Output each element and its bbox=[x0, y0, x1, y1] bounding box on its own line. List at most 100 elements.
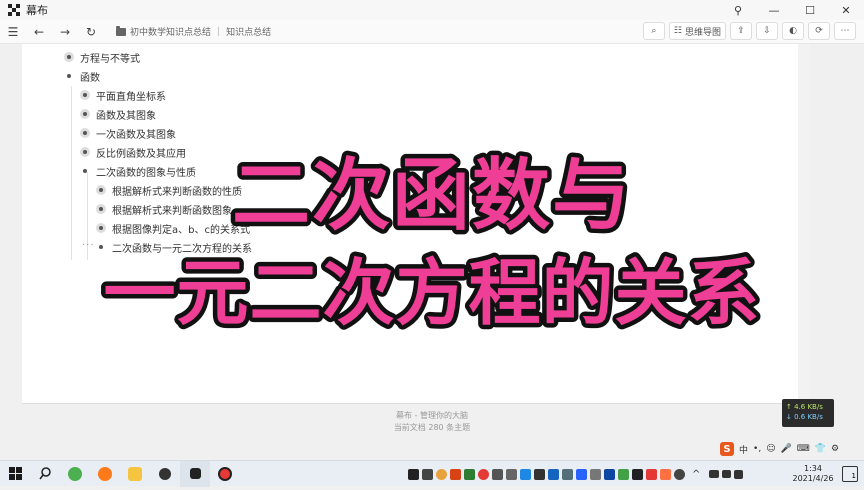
minimize-button[interactable]: — bbox=[756, 0, 792, 20]
more-icon: ⋯ bbox=[840, 26, 850, 36]
ime-emoji-icon[interactable]: ☺ bbox=[766, 444, 775, 454]
tray-overflow-icon[interactable]: ^ bbox=[692, 469, 700, 480]
taskbar-app-settings[interactable] bbox=[150, 461, 180, 487]
tray-app-icon[interactable] bbox=[422, 468, 433, 480]
outline-item-text[interactable]: 根据图像判定a、b、c的关系式 bbox=[112, 221, 250, 236]
search-icon bbox=[38, 467, 51, 480]
ime-skin-icon[interactable]: 👕 bbox=[815, 444, 826, 454]
history-button[interactable]: ⟳ bbox=[808, 22, 830, 40]
maximize-button[interactable]: ☐ bbox=[792, 0, 828, 20]
outline-item[interactable]: 根据解析式来判断函数图象 bbox=[96, 201, 232, 217]
close-button[interactable]: ✕ bbox=[828, 0, 864, 20]
outline-item[interactable]: 二次函数的图象与性质 bbox=[80, 163, 196, 179]
outline-item[interactable]: 反比例函数及其应用 bbox=[80, 144, 186, 160]
tray-app-icon[interactable] bbox=[492, 468, 503, 480]
tray-app-icon[interactable] bbox=[506, 468, 517, 480]
tray-app-icon[interactable] bbox=[604, 468, 615, 480]
bullet-icon[interactable] bbox=[96, 242, 106, 252]
arrow-right-icon[interactable]: → bbox=[54, 21, 76, 43]
volume-icon[interactable] bbox=[722, 470, 732, 478]
collapsed-bullet-icon[interactable] bbox=[96, 204, 106, 214]
tray-app-icon[interactable] bbox=[674, 468, 685, 480]
breadcrumb-document[interactable]: 知识点总结 bbox=[226, 25, 271, 38]
sogou-logo-icon[interactable]: S bbox=[720, 442, 734, 456]
refresh-icon[interactable]: ↻ bbox=[80, 21, 102, 43]
drag-handle-dots[interactable]: ··· bbox=[82, 240, 95, 251]
collapsed-bullet-icon[interactable] bbox=[80, 109, 90, 119]
outline-item[interactable]: 根据解析式来判断函数的性质 bbox=[96, 182, 242, 198]
network-icon[interactable] bbox=[709, 470, 720, 478]
outline-item-text[interactable]: 函数及其图象 bbox=[96, 107, 156, 122]
upload-speed: ↑ 4.6 KB/s bbox=[786, 403, 823, 411]
outline-item-text[interactable]: 函数 bbox=[80, 69, 100, 84]
outline-item-text[interactable]: 根据解析式来判断函数图象 bbox=[112, 202, 232, 217]
collapsed-bullet-icon[interactable] bbox=[80, 90, 90, 100]
theme-button[interactable]: ◐ bbox=[782, 22, 804, 40]
outline-item[interactable]: 根据图像判定a、b、c的关系式 bbox=[96, 220, 250, 236]
tray-app-icon[interactable] bbox=[464, 468, 475, 480]
tray-app-icon[interactable] bbox=[646, 468, 657, 480]
tray-app-icon[interactable] bbox=[660, 468, 671, 480]
start-button[interactable] bbox=[0, 461, 30, 487]
outline-item[interactable]: 函数 bbox=[64, 68, 100, 84]
tray-app-icon[interactable] bbox=[520, 468, 531, 480]
ime-indicator-icon[interactable] bbox=[734, 469, 744, 479]
collapsed-bullet-icon[interactable] bbox=[96, 185, 106, 195]
tray-app-icon[interactable] bbox=[576, 468, 587, 480]
share-button[interactable]: ⇪ bbox=[730, 22, 752, 40]
collapsed-bullet-icon[interactable] bbox=[96, 223, 106, 233]
system-clock[interactable]: 1:34 2021/4/26 bbox=[790, 464, 836, 484]
taskbar-app-recorder[interactable] bbox=[210, 461, 240, 487]
export-button[interactable]: ⇩ bbox=[756, 22, 778, 40]
tray-app-icon[interactable] bbox=[534, 468, 545, 480]
taskbar-app-360browser[interactable] bbox=[60, 461, 90, 487]
scrollbar[interactable] bbox=[798, 44, 810, 403]
tray-app-icon[interactable] bbox=[548, 468, 559, 480]
outline-item[interactable]: 平面直角坐标系 bbox=[80, 87, 166, 103]
tray-app-icon[interactable] bbox=[408, 468, 419, 480]
arrow-left-icon[interactable]: ← bbox=[28, 21, 50, 43]
notification-center-button[interactable]: 1 bbox=[842, 466, 858, 482]
search-button[interactable] bbox=[30, 461, 60, 487]
more-button[interactable]: ⋯ bbox=[834, 22, 856, 40]
ime-language[interactable]: 中 bbox=[739, 443, 748, 456]
pin-icon[interactable]: ⚲ bbox=[720, 0, 756, 20]
tray-app-icon[interactable] bbox=[436, 468, 447, 480]
mindmap-button[interactable]: ☷ 思维导图 bbox=[668, 22, 726, 40]
ime-settings-icon[interactable]: ⚙ bbox=[831, 444, 839, 454]
ime-keyboard-icon[interactable]: ⌨ bbox=[797, 444, 810, 454]
outline-item-text[interactable]: 平面直角坐标系 bbox=[96, 88, 166, 103]
outline-item[interactable]: 方程与不等式 bbox=[64, 49, 140, 65]
outline-item-text[interactable]: 一次函数及其图象 bbox=[96, 126, 176, 141]
hamburger-icon[interactable]: ☰ bbox=[2, 21, 24, 43]
collapsed-bullet-icon[interactable] bbox=[80, 128, 90, 138]
search-doc-button[interactable]: ⌕ bbox=[642, 22, 665, 40]
tray-app-icon[interactable] bbox=[562, 468, 573, 480]
collapsed-bullet-icon[interactable] bbox=[64, 52, 74, 62]
document-canvas: 方程与不等式 函数 平面直角坐标系 函数及其图象 一次函数及其图象 反比例函数及… bbox=[22, 44, 810, 404]
taskbar-app-mubu[interactable] bbox=[180, 460, 210, 487]
ime-voice-icon[interactable]: 🎤 bbox=[781, 444, 792, 454]
taskbar-app-explorer[interactable] bbox=[120, 461, 150, 487]
outline-item[interactable]: 一次函数及其图象 bbox=[80, 125, 176, 141]
outline-item[interactable]: 二次函数与一元二次方程的关系 bbox=[96, 239, 252, 255]
outline-item-text[interactable]: 反比例函数及其应用 bbox=[96, 145, 186, 160]
bullet-icon[interactable] bbox=[80, 166, 90, 176]
tray-app-icon[interactable] bbox=[632, 468, 643, 480]
tray-app-icon[interactable] bbox=[618, 468, 629, 480]
outline-item-text[interactable]: 二次函数的图象与性质 bbox=[96, 164, 196, 179]
taskbar-app-firefox[interactable] bbox=[90, 461, 120, 487]
tray-app-icon[interactable] bbox=[590, 468, 601, 480]
tray-app-icon[interactable] bbox=[478, 468, 489, 480]
outline-item-text[interactable]: 根据解析式来判断函数的性质 bbox=[112, 183, 242, 198]
tray-app-icon[interactable] bbox=[450, 468, 461, 480]
ime-punct-icon[interactable]: •, bbox=[753, 444, 761, 454]
outline-item-text[interactable]: 方程与不等式 bbox=[80, 50, 140, 65]
browser-360-icon bbox=[68, 466, 82, 481]
collapsed-bullet-icon[interactable] bbox=[80, 147, 90, 157]
outline-item-text[interactable]: 二次函数与一元二次方程的关系 bbox=[112, 240, 252, 255]
bullet-icon[interactable] bbox=[64, 71, 74, 81]
breadcrumb-folder[interactable]: 初中数学知识点总结 bbox=[130, 25, 211, 38]
outline-item[interactable]: 函数及其图象 bbox=[80, 106, 156, 122]
indent-guide bbox=[71, 86, 72, 260]
